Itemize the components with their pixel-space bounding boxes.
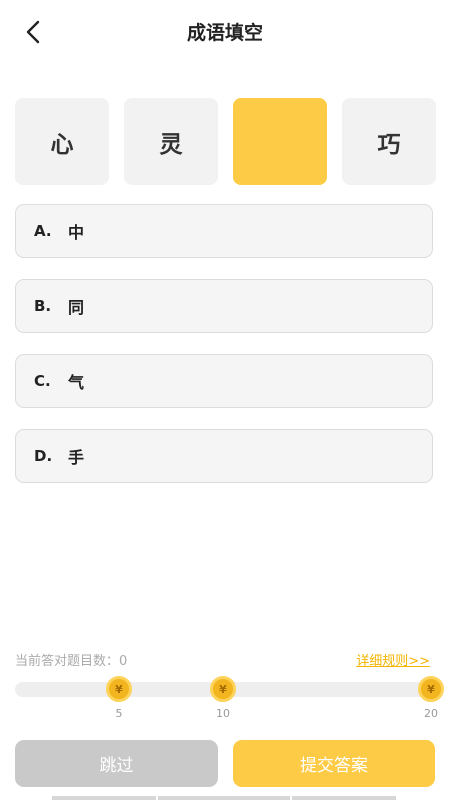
milestone-label: 20 — [424, 707, 438, 720]
idiom-char-2: 灵 — [124, 98, 218, 185]
option-a[interactable]: A. 中 — [15, 204, 433, 258]
option-letter: C. — [34, 372, 51, 390]
skip-button[interactable]: 跳过 — [15, 740, 218, 787]
rules-link[interactable]: 详细规则>> — [356, 650, 430, 669]
idiom-char-4: 巧 — [342, 98, 436, 185]
page-title: 成语填空 — [186, 22, 263, 44]
idiom-tiles: 心 灵 巧 — [15, 98, 436, 185]
option-b[interactable]: B. 同 — [15, 279, 433, 333]
idiom-char-1: 心 — [15, 98, 109, 185]
milestone-label: 5 — [115, 707, 123, 720]
option-d[interactable]: D. 手 — [15, 429, 433, 483]
home-indicator — [158, 796, 290, 800]
home-indicator — [52, 796, 156, 800]
option-letter: B. — [34, 297, 52, 315]
submit-answer-button[interactable]: 提交答案 — [233, 740, 435, 787]
correct-count-label: 当前答对题目数：0 — [15, 654, 128, 669]
coin-icon: ¥ — [210, 676, 236, 702]
option-letter: D. — [34, 447, 53, 465]
top-bar: 成语填空 — [0, 0, 450, 62]
option-c[interactable]: C. 气 — [15, 354, 433, 408]
option-letter: A. — [34, 222, 52, 240]
coin-icon: ¥ — [418, 676, 444, 702]
idiom-blank-slot[interactable] — [233, 98, 327, 185]
option-text: 同 — [68, 298, 85, 317]
option-text: 手 — [68, 448, 85, 467]
milestone-label: 10 — [216, 707, 230, 720]
option-text: 气 — [68, 373, 85, 392]
home-indicator — [292, 796, 396, 800]
coin-icon: ¥ — [106, 676, 132, 702]
option-text: 中 — [68, 223, 85, 242]
